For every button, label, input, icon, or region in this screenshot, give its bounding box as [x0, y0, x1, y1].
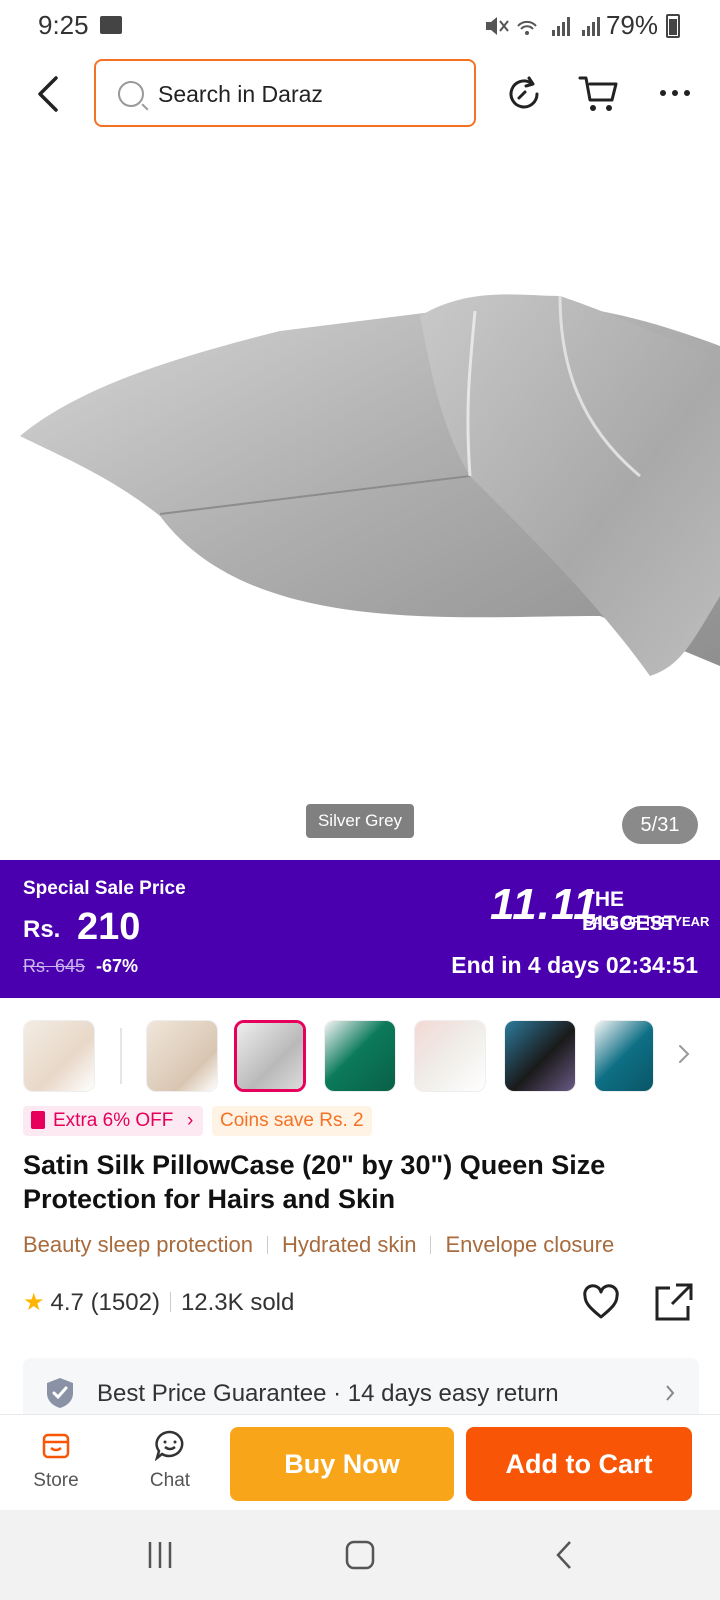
image-counter: 5/31 — [622, 806, 698, 844]
refresh-icon[interactable] — [504, 74, 544, 114]
chevron-right-icon — [666, 1385, 675, 1401]
coins-chip[interactable]: Coins save Rs. 2 — [212, 1106, 372, 1136]
thumbnail[interactable] — [23, 1020, 95, 1092]
event-logo-line2: SALE OF THE YEAR — [584, 914, 710, 929]
sale-price: 210 — [77, 906, 141, 948]
store-button[interactable]: Store — [22, 1429, 90, 1492]
chat-icon — [154, 1430, 184, 1462]
chat-button[interactable]: Chat — [136, 1429, 204, 1492]
thumbnail[interactable] — [414, 1020, 486, 1092]
recent-apps-icon[interactable] — [146, 1538, 174, 1572]
sold-count: 12.3K sold — [180, 1289, 295, 1316]
review-count: (1502) — [90, 1289, 160, 1316]
add-to-cart-button[interactable]: Add to Cart — [466, 1427, 692, 1501]
thumbnail[interactable] — [504, 1020, 576, 1092]
countdown: End in 4 days 02:34:51 — [451, 952, 698, 978]
battery-icon — [666, 14, 680, 38]
status-time: 9:25 — [38, 10, 89, 40]
thumbnail-selected[interactable] — [234, 1020, 306, 1092]
currency: Rs. — [23, 916, 61, 943]
rating-row[interactable]: ★ 4.7 (1502) 12.3K sold — [23, 1288, 294, 1317]
voucher-icon — [31, 1111, 45, 1129]
nav-back-icon[interactable] — [552, 1538, 576, 1572]
guarantee-text: Best Price Guarantee · 14 days easy retu… — [97, 1380, 559, 1407]
search-input[interactable]: Search in Daraz — [94, 59, 476, 127]
back-icon[interactable] — [30, 72, 70, 116]
chevron-right-icon: › — [187, 1110, 194, 1131]
status-icons — [486, 17, 600, 36]
product-image[interactable] — [0, 146, 720, 840]
feature-item: Hydrated skin — [281, 1232, 417, 1257]
chevron-right-icon[interactable] — [676, 1040, 692, 1068]
chat-label: Chat — [149, 1470, 191, 1491]
feature-item: Envelope closure — [445, 1232, 615, 1257]
thumbnail-divider — [120, 1028, 122, 1084]
sale-banner: Special Sale Price Rs. 210 Rs. 645 -67% … — [0, 860, 720, 998]
buy-now-button[interactable]: Buy Now — [230, 1427, 454, 1501]
more-icon[interactable] — [658, 78, 692, 108]
action-bar: Store Chat Buy Now Add to Cart — [0, 1414, 720, 1510]
store-icon — [42, 1433, 70, 1459]
star-icon: ★ — [23, 1289, 45, 1316]
system-nav-bar — [0, 1510, 720, 1600]
variant-label: Silver Grey — [306, 804, 414, 838]
thumbnail[interactable] — [146, 1020, 218, 1092]
rating-value: 4.7 — [50, 1289, 84, 1316]
extra-off-label: Extra 6% OFF — [53, 1110, 174, 1131]
shield-icon — [47, 1378, 73, 1408]
feature-item: Beauty sleep protection — [23, 1232, 253, 1257]
feature-list: Beauty sleep protection Hydrated skin Enve… — [23, 1232, 614, 1258]
store-label: Store — [33, 1470, 79, 1491]
heart-icon[interactable] — [582, 1284, 620, 1320]
sale-label: Special Sale Price — [23, 878, 186, 899]
discount-percent: -67% — [96, 956, 139, 976]
folder-icon — [100, 16, 122, 34]
product-title: Satin Silk PillowCase (20" by 30") Queen… — [23, 1150, 606, 1214]
thumbnail[interactable] — [324, 1020, 396, 1092]
original-price: Rs. 645 — [23, 956, 86, 976]
share-icon[interactable] — [654, 1282, 694, 1322]
search-icon — [118, 81, 144, 107]
status-bar: 9:25 79% — [0, 0, 720, 52]
cart-icon[interactable] — [578, 72, 620, 114]
home-icon[interactable] — [344, 1538, 376, 1572]
extra-off-chip[interactable]: Extra 6% OFF › — [23, 1106, 204, 1136]
search-placeholder: Search in Daraz — [158, 81, 323, 107]
thumbnail[interactable] — [594, 1020, 654, 1092]
